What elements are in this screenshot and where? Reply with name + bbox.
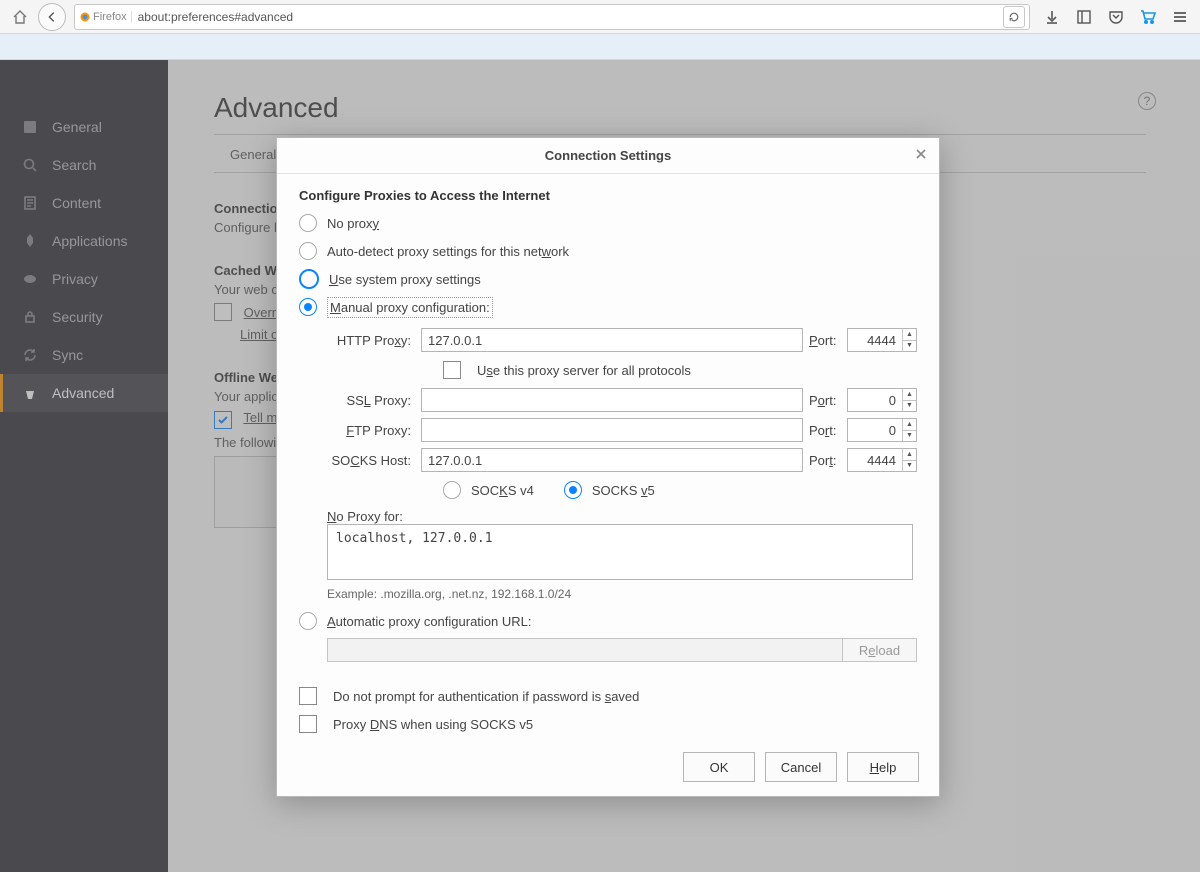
radio-label: Use system proxy settings [329,272,481,287]
dialog-title: Connection Settings [545,148,671,163]
reload-button: Reload [843,638,917,662]
socks-row: SOCKS Host: Port: ▲▼ [327,445,917,475]
dialog-heading: Configure Proxies to Access the Internet [299,188,917,203]
dialog-options: Do not prompt for authentication if pass… [277,668,939,738]
use-all-row: Use this proxy server for all protocols [443,355,917,385]
radio-autocfg-row: Automatic proxy configuration URL: [299,607,917,635]
home-button[interactable] [6,3,34,31]
ftp-port-input[interactable]: ▲▼ [847,418,917,442]
socks-host-input[interactable] [421,448,803,472]
pocket-button[interactable] [1102,3,1130,31]
cart-icon [1139,8,1157,26]
url-input[interactable] [132,10,999,24]
ssl-port-input[interactable]: ▲▼ [847,388,917,412]
ftp-port-field[interactable] [848,419,902,441]
radio-system-row: Use system proxy settings [299,265,917,293]
autocfg-input-row: Reload [327,635,917,665]
ftp-host-input[interactable] [421,418,803,442]
radio-autodetect[interactable] [299,242,317,260]
noproxy-example: Example: .mozilla.org, .net.nz, 192.168.… [327,587,917,601]
radio-autodetect-row: Auto-detect proxy settings for this netw… [299,237,917,265]
reload-button[interactable] [1003,6,1025,28]
downloads-button[interactable] [1038,3,1066,31]
info-bar [0,34,1200,60]
socks-version-row: SOCKS v4 SOCKS v5 [443,475,917,505]
close-button[interactable] [915,148,927,164]
radio-label: Auto-detect proxy settings for this netw… [327,244,569,259]
ok-button[interactable]: OK [683,752,755,782]
proxydns-label: Proxy DNS when using SOCKS v5 [333,717,533,732]
proxydns-checkbox[interactable] [299,715,317,733]
autocfg-url-input [327,638,843,662]
cart-button[interactable] [1134,3,1162,31]
socks-port-input[interactable]: ▲▼ [847,448,917,472]
noprompt-checkbox[interactable] [299,687,317,705]
port-label: Port: [809,423,841,438]
cancel-button[interactable]: Cancel [765,752,837,782]
spinner[interactable]: ▲▼ [902,449,916,471]
noproxy-label: No Proxy for: [327,509,917,524]
identity-badge: Firefox [79,11,132,23]
ssl-port-field[interactable] [848,389,902,411]
menu-button[interactable] [1166,3,1194,31]
spinner[interactable]: ▲▼ [902,329,916,351]
noprompt-label: Do not prompt for authentication if pass… [333,689,639,704]
radio-system[interactable] [299,269,319,289]
radio-no-proxy[interactable] [299,214,317,232]
socks-label: SOCKS Host: [327,453,415,468]
http-host-input[interactable] [421,328,803,352]
browser-toolbar: Firefox [0,0,1200,34]
help-button[interactable]: Help [847,752,919,782]
socks-port-field[interactable] [848,449,902,471]
proxydns-row: Proxy DNS when using SOCKS v5 [299,710,917,738]
back-button[interactable] [38,3,66,31]
port-label: Port: [809,393,841,408]
noproxy-textarea[interactable] [327,524,913,580]
ssl-host-input[interactable] [421,388,803,412]
ssl-row: SSL Proxy: Port: ▲▼ [327,385,917,415]
radio-label: Manual proxy configuration: [327,297,493,318]
http-port-field[interactable] [848,329,902,351]
port-label: Port: [809,453,841,468]
radio-socks4[interactable] [443,481,461,499]
http-port-input[interactable]: ▲▼ [847,328,917,352]
radio-socks5[interactable] [564,481,582,499]
dialog-titlebar: Connection Settings [277,138,939,174]
radio-manual-row: Manual proxy configuration: [299,293,917,321]
use-all-checkbox[interactable] [443,361,461,379]
radio-autocfg[interactable] [299,612,317,630]
hamburger-icon [1172,9,1188,25]
proxy-grid: HTTP Proxy: Port: ▲▼ Use this proxy serv… [327,325,917,505]
close-icon [915,148,927,160]
socks4-label: SOCKS v4 [471,483,534,498]
home-icon [12,9,28,25]
http-row: HTTP Proxy: Port: ▲▼ [327,325,917,355]
pocket-icon [1108,9,1124,25]
ftp-row: FTP Proxy: Port: ▲▼ [327,415,917,445]
sidebar-icon [1076,9,1092,25]
connection-settings-dialog: Connection Settings Configure Proxies to… [276,137,940,797]
sidebar-toggle-button[interactable] [1070,3,1098,31]
port-label: Port: [809,333,841,348]
spinner[interactable]: ▲▼ [902,419,916,441]
radio-label: Automatic proxy configuration URL: [327,614,531,629]
noprompt-row: Do not prompt for authentication if pass… [299,682,917,710]
use-all-label: Use this proxy server for all protocols [477,363,691,378]
download-icon [1044,9,1060,25]
radio-no-proxy-row: No proxy [299,209,917,237]
firefox-icon [79,11,91,23]
http-label: HTTP Proxy: [327,333,415,348]
ssl-label: SSL Proxy: [327,393,415,408]
spinner[interactable]: ▲▼ [902,389,916,411]
arrow-left-icon [45,10,59,24]
radio-manual[interactable] [299,298,317,316]
radio-label: No proxy [327,216,379,231]
reload-icon [1008,11,1020,23]
url-bar[interactable]: Firefox [74,4,1030,30]
dialog-body: Configure Proxies to Access the Internet… [277,174,939,668]
socks5-label: SOCKS v5 [592,483,655,498]
identity-label: Firefox [93,11,127,23]
ftp-label: FTP Proxy: [327,423,415,438]
dialog-footer: OK Cancel Help [277,738,939,796]
